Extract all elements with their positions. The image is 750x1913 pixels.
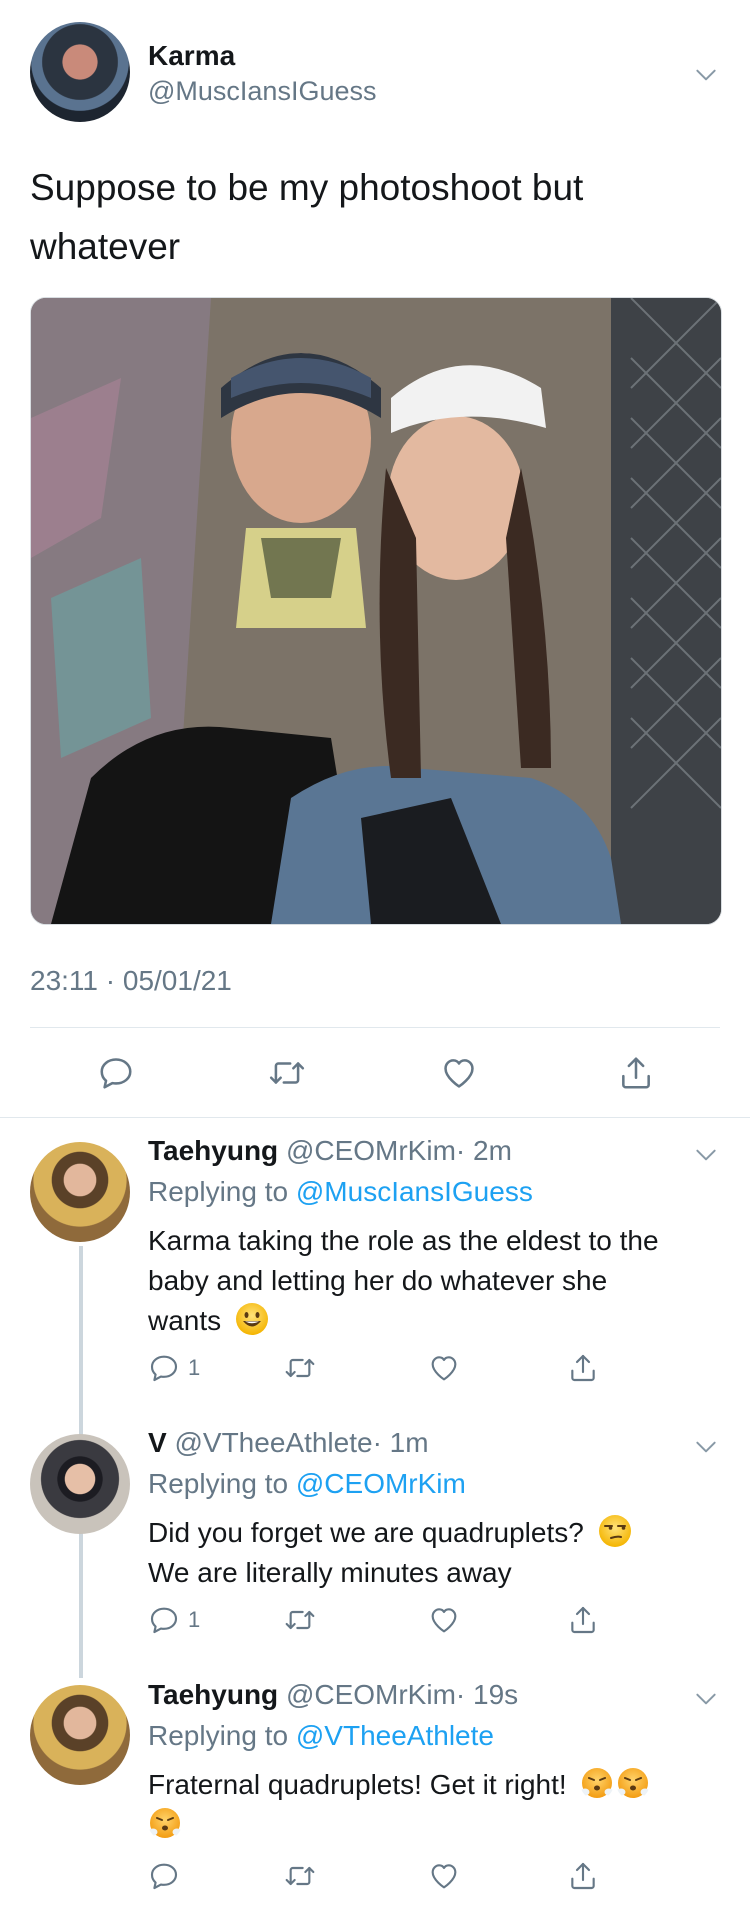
reply-text-line: Karma taking the role as the eldest to t… [148, 1225, 659, 1256]
reply-text-word: wants [148, 1305, 222, 1336]
reply-avatar[interactable] [30, 1685, 130, 1785]
tweet-timestamp[interactable]: 23:11 · 05/01/21 [30, 965, 232, 997]
retweet-button[interactable] [268, 1054, 306, 1092]
reply-text-words: Did you forget we are quadruplets? [148, 1517, 584, 1548]
reply-author-handle[interactable]: @CEOMrKim [286, 1135, 456, 1166]
chevron-down-icon[interactable] [693, 1686, 719, 1712]
replying-to-label: Replying to [148, 1720, 296, 1751]
chevron-down-icon[interactable] [693, 1434, 719, 1460]
chevron-down-icon[interactable] [693, 1142, 719, 1168]
face-with-steam-emoji [580, 1768, 614, 1798]
reply-text: Karma taking the role as the eldest to t… [148, 1221, 659, 1341]
reply-time[interactable]: · 2m [456, 1135, 512, 1166]
reply-button[interactable] [97, 1054, 135, 1092]
reply-author-handle[interactable]: @CEOMrKim [286, 1679, 456, 1710]
reply-header: Taehyung @CEOMrKim· 2m [148, 1135, 512, 1167]
reply-text: Did you forget we are quadruplets? We ar… [148, 1513, 632, 1593]
reply-icon [148, 1352, 180, 1384]
divider [30, 1027, 720, 1028]
like-icon [428, 1604, 460, 1636]
replying-to: Replying to @CEOMrKim [148, 1468, 466, 1500]
share-icon [567, 1352, 599, 1384]
reply-avatar[interactable] [30, 1142, 130, 1242]
retweet-button[interactable] [284, 1604, 316, 1636]
reply-header: V @VTheeAthlete· 1m [148, 1427, 429, 1459]
author-handle[interactable]: @MuscIansIGuess [148, 76, 377, 107]
author-avatar[interactable] [30, 22, 130, 122]
retweet-button[interactable] [284, 1352, 316, 1384]
face-with-steam-emoji [616, 1768, 650, 1798]
share-button[interactable] [567, 1604, 599, 1636]
reply-text-line: wants [148, 1301, 659, 1341]
reply-author-name[interactable]: Taehyung [148, 1679, 278, 1710]
reply-button[interactable] [148, 1860, 180, 1892]
retweet-icon [268, 1054, 306, 1092]
reply-text-line: We are literally minutes away [148, 1557, 512, 1588]
reply-count: 1 [188, 1355, 201, 1380]
like-icon [428, 1352, 460, 1384]
like-button[interactable] [440, 1054, 478, 1092]
tweet-photo[interactable] [30, 297, 722, 925]
author-name[interactable]: Karma [148, 40, 235, 72]
share-button[interactable] [567, 1352, 599, 1384]
chevron-down-icon[interactable] [693, 62, 719, 88]
reply-icon [148, 1860, 180, 1892]
reply-icon [148, 1604, 180, 1636]
reply-author-name[interactable]: Taehyung [148, 1135, 278, 1166]
grinning-face-emoji [235, 1303, 268, 1335]
reply-time[interactable]: · 19s [456, 1679, 518, 1710]
like-button[interactable] [428, 1352, 460, 1384]
replying-to-label: Replying to [148, 1468, 296, 1499]
reply-text: Fraternal quadruplets! Get it right! [148, 1765, 728, 1845]
reply-text-words: Fraternal quadruplets! Get it right! [148, 1769, 567, 1800]
reply-header: Taehyung @CEOMrKim· 19s [148, 1679, 518, 1711]
share-button[interactable] [617, 1054, 655, 1092]
tweet-text-line: whatever [30, 226, 181, 267]
replying-to-label: Replying to [148, 1176, 296, 1207]
face-with-steam-emoji [148, 1808, 182, 1838]
unamused-face-emoji [598, 1515, 631, 1547]
reply-text-line: Fraternal quadruplets! Get it right! [148, 1765, 728, 1805]
replying-to-link[interactable]: @MuscIansIGuess [296, 1176, 533, 1207]
reply-text-line: Did you forget we are quadruplets? [148, 1513, 632, 1553]
replying-to: Replying to @VTheeAthlete [148, 1720, 494, 1752]
replying-to-link[interactable]: @VTheeAthlete [296, 1720, 494, 1751]
tweet-text-line: Suppose to be my photoshoot but [30, 167, 584, 208]
divider [0, 1117, 750, 1118]
retweet-icon [284, 1352, 316, 1384]
reply-avatar[interactable] [30, 1434, 130, 1534]
reply-time[interactable]: · 1m [373, 1427, 429, 1458]
reply-author-handle[interactable]: @VTheeAthlete [174, 1427, 372, 1458]
retweet-button[interactable] [284, 1860, 316, 1892]
share-icon [567, 1604, 599, 1636]
retweet-icon [284, 1604, 316, 1636]
like-button[interactable] [428, 1604, 460, 1636]
reply-icon [97, 1054, 135, 1092]
like-button[interactable] [428, 1860, 460, 1892]
share-button[interactable] [567, 1860, 599, 1892]
replying-to-link[interactable]: @CEOMrKim [296, 1468, 466, 1499]
reply-button[interactable]: 1 [148, 1352, 200, 1384]
like-icon [440, 1054, 478, 1092]
reply-count: 1 [188, 1607, 201, 1632]
tweet-text: Suppose to be my photoshoot but whatever [30, 158, 583, 276]
like-icon [428, 1860, 460, 1892]
share-icon [617, 1054, 655, 1092]
reply-button[interactable]: 1 [148, 1604, 200, 1636]
retweet-icon [284, 1860, 316, 1892]
reply-text-line: baby and letting her do whatever she [148, 1265, 608, 1296]
reply-author-name[interactable]: V [148, 1427, 167, 1458]
reply-text-line [148, 1805, 728, 1845]
share-icon [567, 1860, 599, 1892]
replying-to: Replying to @MuscIansIGuess [148, 1176, 533, 1208]
